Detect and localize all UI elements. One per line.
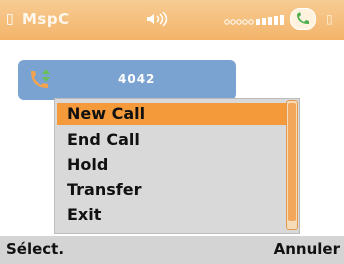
cancel-softkey[interactable]: Annuler <box>274 240 340 258</box>
options-menu: New Call End Call Hold Transfer Exit <box>54 98 300 234</box>
menu-scrollbar[interactable] <box>286 100 298 230</box>
phone-ringing-icon <box>31 69 50 88</box>
speaker-icon <box>147 12 168 26</box>
select-softkey[interactable]: Sélect. <box>6 240 64 258</box>
call-number: 4042 <box>118 72 156 86</box>
active-call-card[interactable]: 4042 <box>18 60 236 100</box>
app-icon: ▯ <box>6 11 14 27</box>
menu-item-new-call[interactable]: New Call <box>57 103 293 125</box>
menu-item-exit[interactable]: Exit <box>67 204 101 226</box>
app-name: MspC <box>22 10 70 28</box>
scrollbar-thumb[interactable] <box>288 103 296 221</box>
status-bar: ▯ MspC ▯ <box>0 0 344 40</box>
signal-strength-icon <box>224 15 284 25</box>
softkey-bar: Sélect. Annuler <box>0 236 344 264</box>
call-active-icon <box>290 8 316 30</box>
menu-item-hold[interactable]: Hold <box>67 154 108 176</box>
menu-item-end-call[interactable]: End Call <box>67 129 140 151</box>
battery-icon: ▯ <box>326 12 333 26</box>
menu-item-transfer[interactable]: Transfer <box>67 179 141 201</box>
